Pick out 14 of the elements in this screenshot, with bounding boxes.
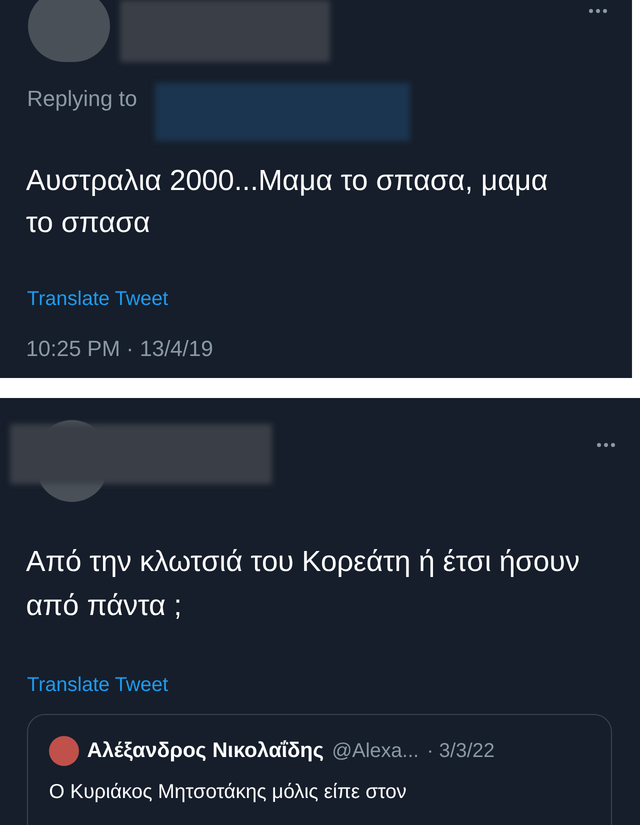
tweet-text: Από την κλωτσιά του Κορεάτη ή έτσι ήσουν από πάντα ; <box>26 545 581 624</box>
translate-link[interactable]: Translate Tweet <box>27 670 168 700</box>
tweet-timestamp: 10:25 PM · 13/4/19 <box>26 335 214 363</box>
quoted-avatar <box>49 736 79 766</box>
quoted-handle: @Alexa... <box>332 738 419 764</box>
more-icon[interactable] <box>588 8 608 14</box>
quoted-author-name: Αλέξανδρος Νικολαΐδης <box>87 738 324 764</box>
quoted-tweet[interactable]: Αλέξανδρος Νικολαΐδης @Alexa... · 3/3/22 Ο Κυριάκος Μητσοτάκης μόλις είπε στον <box>27 714 612 825</box>
more-icon[interactable] <box>596 442 616 448</box>
quoted-text: Ο Κυριάκος Μητσοτάκης μόλις είπε στον <box>49 780 408 804</box>
replying-to-label: Replying to <box>27 85 138 113</box>
tweet-text: Αυστραλια 2000...Μαμα το σπασα, μαμα το σπασα <box>26 164 549 241</box>
quoted-date: · 3/3/22 <box>426 738 495 764</box>
translate-link[interactable]: Translate Tweet <box>27 284 168 314</box>
